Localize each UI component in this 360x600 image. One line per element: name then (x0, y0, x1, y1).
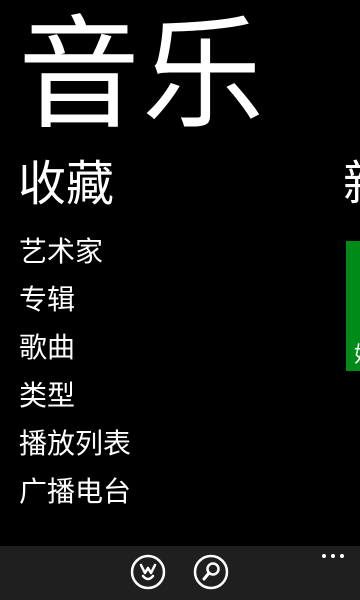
smart-dj-button[interactable] (130, 554, 166, 590)
next-panel-tile-peek[interactable]: 始 (346, 241, 360, 371)
music-hub-screen: 音乐 收藏 新 艺术家 专辑 歌曲 类型 播放列表 广播电台 始 (0, 0, 360, 600)
collection-item-songs[interactable]: 歌曲 (19, 324, 131, 372)
next-panel-title-peek[interactable]: 新 (343, 152, 360, 216)
app-title: 音乐 (18, 4, 266, 146)
search-button[interactable] (193, 554, 229, 590)
collection-item-genres[interactable]: 类型 (19, 372, 131, 420)
collection-list: 艺术家 专辑 歌曲 类型 播放列表 广播电台 (19, 228, 131, 516)
collection-item-artists[interactable]: 艺术家 (19, 228, 131, 276)
app-bar (0, 546, 360, 600)
collection-item-radio[interactable]: 广播电台 (19, 468, 131, 516)
collection-section-title[interactable]: 收藏 (18, 152, 114, 216)
smart-dj-icon (130, 554, 166, 590)
next-panel-tile-text: 始 (354, 343, 360, 369)
collection-item-playlists[interactable]: 播放列表 (19, 420, 131, 468)
more-options-button[interactable] (322, 548, 346, 562)
search-icon (193, 554, 229, 590)
collection-item-albums[interactable]: 专辑 (19, 276, 131, 324)
